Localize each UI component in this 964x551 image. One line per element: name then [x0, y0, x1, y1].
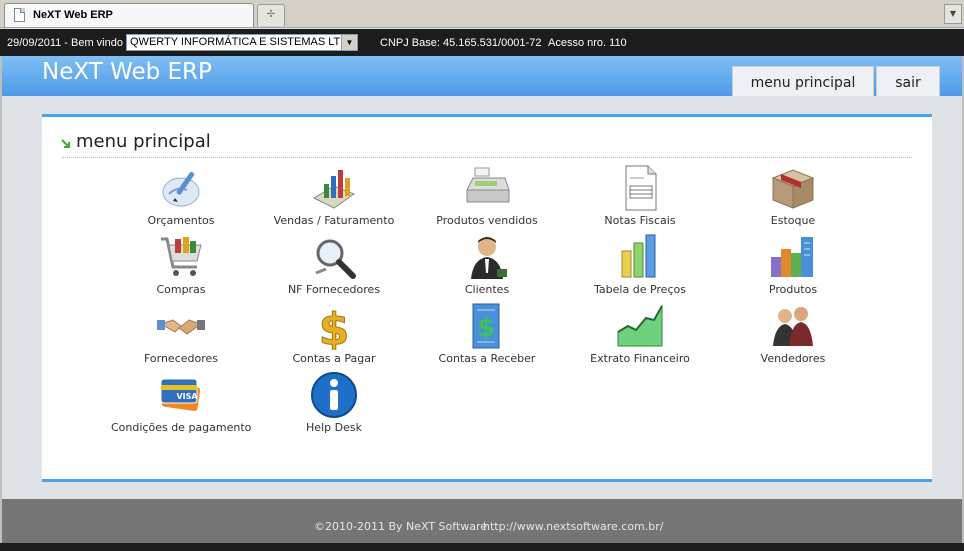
- quote-pen-icon: [162, 171, 200, 207]
- client-person-icon: [471, 237, 507, 279]
- menu-item-vendas[interactable]: Vendas / Faturamento: [264, 164, 404, 230]
- dollar-sign-icon: $: [318, 304, 350, 351]
- menu-item-produtos[interactable]: Produtos: [723, 233, 863, 299]
- menu-item-label: Contas a Pagar: [292, 352, 376, 365]
- menu-item-label: Contas a Receber: [438, 352, 536, 365]
- menu-item-label: Clientes: [464, 283, 510, 296]
- new-tab-button[interactable]: ✢: [257, 4, 285, 26]
- cnpj-text: CNPJ Base: 45.165.531/0001-72: [380, 37, 542, 49]
- menu-item-label: Extrato Financeiro: [590, 352, 690, 365]
- menu-item-contas-pagar[interactable]: $ Contas a Pagar: [264, 302, 404, 368]
- footer-copyright: ©2010-2011 By NeXT Software: [314, 520, 488, 533]
- menu-item-orcamentos[interactable]: Orçamentos: [111, 164, 251, 230]
- footer: ©2010-2011 By NeXT Software http://www.n…: [2, 499, 962, 543]
- sellers-group-icon: [773, 307, 813, 346]
- buildings-icon: [771, 237, 813, 277]
- handshake-icon: [157, 319, 205, 335]
- stock-box-icon: [771, 169, 815, 209]
- menu-item-label: Orçamentos: [147, 214, 215, 227]
- browser-tab-title: NeXT Web ERP: [33, 9, 113, 21]
- menu-item-label: Condições de pagamento: [111, 421, 252, 434]
- menu-item-label: Notas Fiscais: [604, 214, 676, 227]
- sales-chart-icon: [312, 170, 356, 209]
- menu-item-notas-fiscais[interactable]: Notas Fiscais: [570, 164, 710, 230]
- menu-item-extrato-financeiro[interactable]: Extrato Financeiro: [570, 302, 710, 368]
- date-greeting: 29/09/2011 - Bem vindo: [7, 37, 123, 49]
- menu-item-tabela-precos[interactable]: Tabela de Preços: [570, 233, 710, 299]
- magnifier-search-icon: [315, 239, 356, 279]
- menu-item-label: Vendas / Faturamento: [273, 214, 395, 227]
- bottom-bar: [0, 543, 964, 551]
- info-icon: [311, 372, 357, 418]
- shopping-cart-icon: [161, 237, 202, 276]
- area-chart-icon: [617, 304, 663, 347]
- menu-item-label: Help Desk: [306, 421, 362, 434]
- title-arrow-icon: [61, 139, 70, 148]
- bar-chart-icon: [621, 234, 656, 278]
- brand-title: NeXT Web ERP: [42, 59, 212, 85]
- browser-tab[interactable]: NeXT Web ERP: [4, 3, 254, 27]
- page-icon: [14, 8, 25, 22]
- browser-tab-strip: NeXT Web ERP ✢ ▼: [0, 0, 964, 28]
- menu-item-label: Compras: [156, 283, 206, 296]
- menu-item-label: Produtos vendidos: [436, 214, 538, 227]
- menu-item-condicoes-pagamento[interactable]: VISA Condições de pagamento: [111, 371, 251, 437]
- svg-text:$: $: [319, 304, 350, 350]
- menu-item-vendedores[interactable]: Vendedores: [723, 302, 863, 368]
- menu-panel: menu principal Orçamentos Vendas / Fatur…: [42, 114, 932, 482]
- menu-item-estoque[interactable]: Estoque: [723, 164, 863, 230]
- dropdown-arrow-icon[interactable]: ▼: [341, 35, 357, 50]
- credit-card-icon: VISA: [160, 378, 201, 412]
- menu-item-compras[interactable]: Compras: [111, 233, 251, 299]
- nav-menu-principal[interactable]: menu principal: [732, 66, 874, 98]
- menu-item-clientes[interactable]: Clientes: [417, 233, 557, 299]
- menu-item-label: NF Fornecedores: [287, 283, 381, 296]
- menu-item-label: Estoque: [770, 214, 816, 227]
- cash-register-icon: [466, 167, 510, 203]
- menu-item-label: Vendedores: [760, 352, 826, 365]
- access-count: Acesso nro. 110: [548, 37, 627, 49]
- svg-text:VISA: VISA: [176, 392, 198, 401]
- nav-sair[interactable]: sair: [876, 66, 940, 98]
- menu-item-produtos-vendidos[interactable]: Produtos vendidos: [417, 164, 557, 230]
- title-separator: [62, 157, 912, 158]
- dollar-building-icon: $: [472, 303, 500, 349]
- menu-item-nf-fornecedores[interactable]: NF Fornecedores: [264, 233, 404, 299]
- panel-title: menu principal: [76, 131, 211, 152]
- menu-item-help-desk[interactable]: Help Desk: [264, 371, 404, 437]
- app-header: NeXT Web ERP menu principal sair: [2, 56, 962, 98]
- company-select-value: QWERTY INFORMÁTICA E SISTEMAS LTDA: [130, 36, 356, 48]
- menu-item-label: Produtos: [768, 283, 818, 296]
- menu-item-label: Fornecedores: [143, 352, 219, 365]
- tab-scroll-right-icon[interactable]: ▼: [944, 4, 962, 24]
- menu-item-fornecedores[interactable]: Fornecedores: [111, 302, 251, 368]
- menu-item-contas-receber[interactable]: $ Contas a Receber: [417, 302, 557, 368]
- svg-text:$: $: [477, 313, 495, 343]
- info-bar: 29/09/2011 - Bem vindo QWERTY INFORMÁTIC…: [0, 29, 964, 56]
- menu-item-label: Tabela de Preços: [594, 283, 686, 296]
- invoice-document-icon: [625, 165, 657, 211]
- footer-url-link[interactable]: http://www.nextsoftware.com.br/: [483, 520, 663, 533]
- company-select[interactable]: QWERTY INFORMÁTICA E SISTEMAS LTDA ▼: [126, 34, 358, 51]
